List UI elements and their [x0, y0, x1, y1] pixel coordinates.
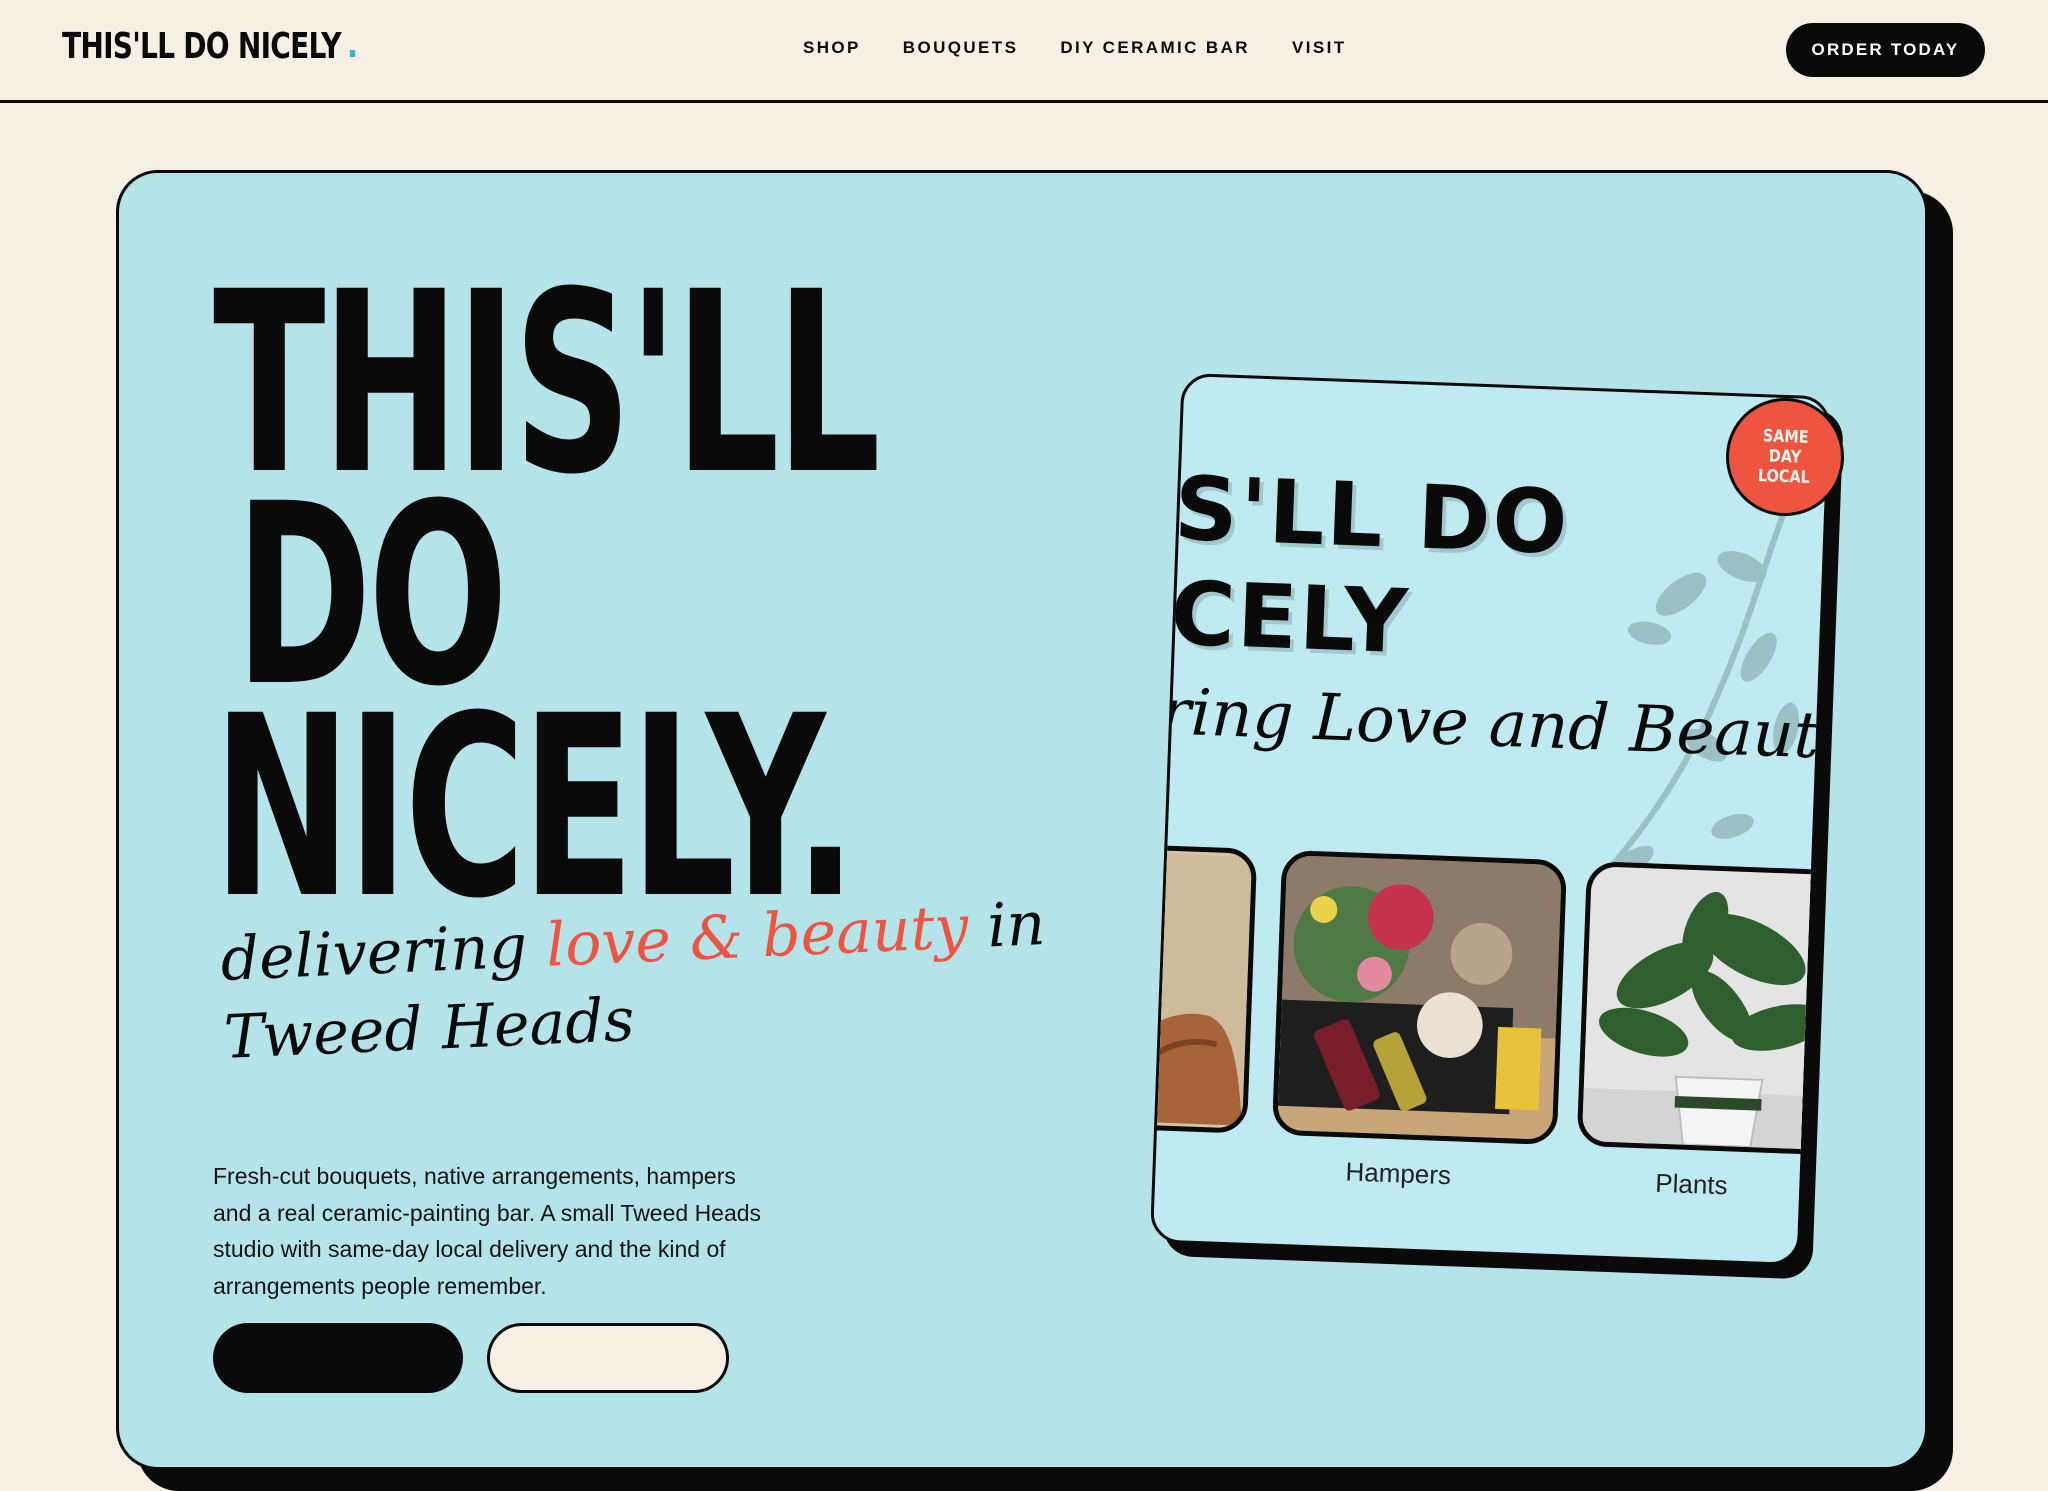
hero-primary-button[interactable] [213, 1323, 463, 1393]
logo-dot-icon [350, 50, 356, 57]
candle-image [1149, 850, 1253, 1126]
hero-secondary-button[interactable] [487, 1323, 729, 1393]
site-logo[interactable]: THIS'LL DO NICELY [62, 26, 356, 67]
promo-card-body: IS'LL DO ICELY ring Love and Beauty Hamp… [1149, 372, 1832, 1267]
site-header: THIS'LL DO NICELY SHOP BOUQUETS DIY CERA… [0, 0, 2048, 103]
badge-line-2: DAY [1768, 446, 1802, 468]
nav-bouquets[interactable]: BOUQUETS [903, 38, 1019, 58]
card-title-line-1: IS'LL DO [1149, 455, 1572, 575]
tagline-accent: love & beauty [544, 892, 970, 981]
order-today-button[interactable]: ORDER TODAY [1786, 23, 1985, 77]
hero-description: Fresh-cut bouquets, native arrangements,… [213, 1163, 762, 1299]
card-title-line-2: ICELY [1149, 560, 1412, 674]
tagline-part-1: delivering [219, 910, 548, 995]
plant-image [1581, 866, 1832, 1151]
tile-plants[interactable] [1576, 861, 1832, 1156]
tile-hampers[interactable] [1271, 849, 1568, 1146]
tile-label-plants: Plants [1654, 1167, 1729, 1201]
tile-label-hampers: Hampers [1345, 1156, 1452, 1191]
main-nav: SHOP BOUQUETS DIY CERAMIC BAR VISIT [803, 38, 1346, 58]
card-title: IS'LL DO ICELY [1150, 454, 1571, 680]
headline-line-3: NICELY. [213, 662, 857, 953]
nav-visit[interactable]: VISIT [1292, 38, 1347, 58]
nav-shop[interactable]: SHOP [803, 38, 861, 58]
badge-line-1: SAME [1762, 426, 1810, 448]
badge-line-3: LOCAL [1757, 466, 1811, 488]
nav-diy-ceramic-bar[interactable]: DIY CERAMIC BAR [1060, 38, 1250, 58]
tile-candles[interactable] [1149, 842, 1258, 1134]
hamper-image [1277, 855, 1562, 1140]
promo-card: IS'LL DO ICELY ring Love and Beauty Hamp… [1149, 372, 1862, 1297]
logo-text: THIS'LL DO NICELY [62, 26, 342, 67]
